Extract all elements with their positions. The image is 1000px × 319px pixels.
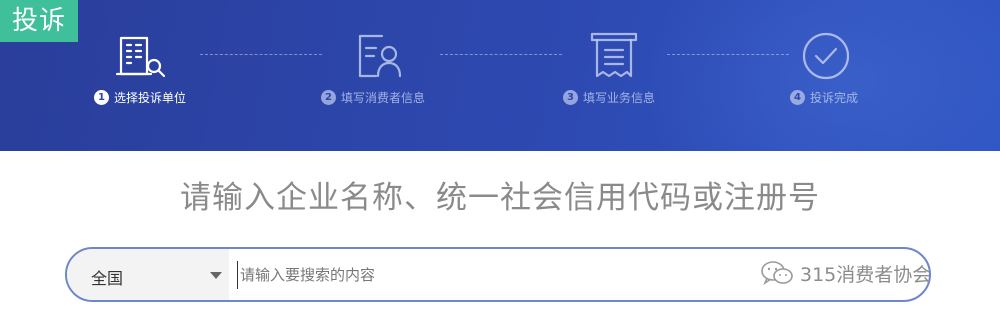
step-connector bbox=[440, 54, 562, 55]
region-select[interactable]: 全国 bbox=[67, 249, 229, 300]
step-2-number: 2 bbox=[321, 89, 336, 105]
page: 投诉 1 选择投诉单位 2 填写消费者信息 3 填写业务信息 4 投诉完成 请输… bbox=[0, 0, 1000, 319]
complaint-tag: 投诉 bbox=[0, 0, 78, 42]
step-connector bbox=[200, 54, 322, 55]
wechat-icon bbox=[761, 261, 793, 286]
step-1-text: 选择投诉单位 bbox=[114, 90, 187, 105]
step-1-number: 1 bbox=[94, 89, 109, 105]
building-search-icon bbox=[115, 30, 167, 82]
document-icon bbox=[588, 30, 640, 82]
chevron-down-icon bbox=[210, 272, 222, 279]
step-2-text: 填写消费者信息 bbox=[341, 90, 426, 105]
step-1-label: 1 选择投诉单位 bbox=[94, 88, 186, 106]
step-2-label: 2 填写消费者信息 bbox=[321, 88, 425, 106]
step-4-text: 投诉完成 bbox=[810, 90, 859, 105]
region-value: 全国 bbox=[91, 269, 124, 288]
complaint-stepper-banner: 投诉 1 选择投诉单位 2 填写消费者信息 3 填写业务信息 4 投诉完成 bbox=[0, 0, 1000, 151]
user-card-icon bbox=[352, 30, 404, 82]
watermark-text: 315消费者协会 bbox=[800, 263, 932, 286]
step-3-text: 填写业务信息 bbox=[583, 90, 656, 105]
step-3-number: 3 bbox=[563, 89, 578, 105]
step-3-label: 3 填写业务信息 bbox=[563, 88, 655, 106]
step-4-number: 4 bbox=[790, 89, 805, 105]
step-connector bbox=[667, 54, 789, 55]
check-circle-icon bbox=[800, 30, 852, 82]
watermark: 315消费者协会 bbox=[760, 258, 931, 288]
page-title: 请输入企业名称、统一社会信用代码或注册号 bbox=[180, 180, 820, 216]
step-4-label: 4 投诉完成 bbox=[790, 88, 858, 106]
search-input[interactable] bbox=[237, 261, 757, 289]
